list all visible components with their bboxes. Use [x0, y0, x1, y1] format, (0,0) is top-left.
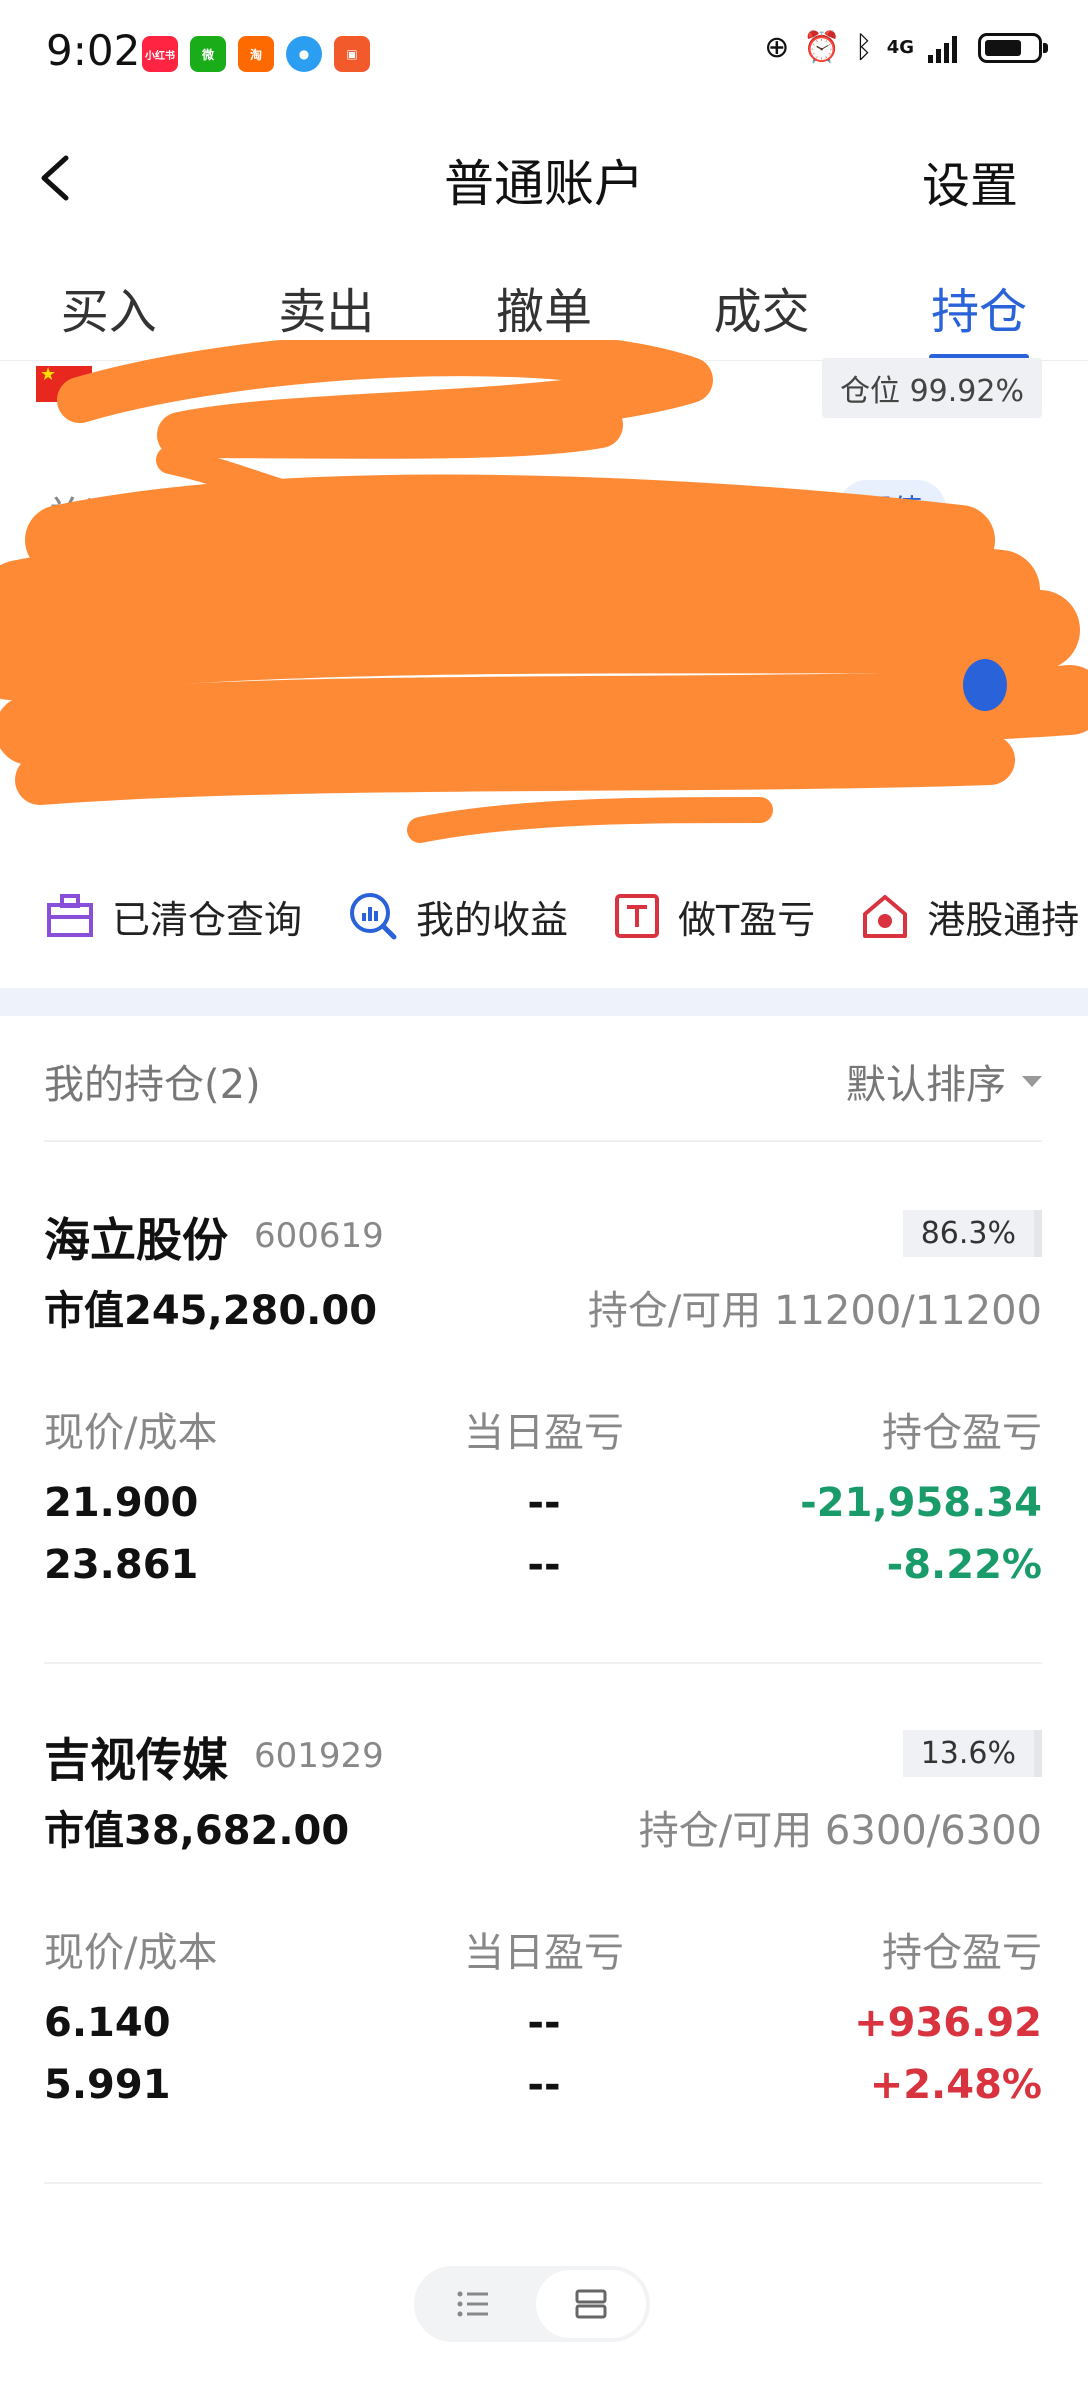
alarm-icon: ⏰ [803, 30, 841, 65]
t-box-icon [615, 894, 660, 938]
day-trade-pl-button[interactable]: 做T盈亏 [614, 889, 815, 944]
holding-quantity: 持仓/可用 11200/11200 [587, 1288, 1042, 1334]
sort-label: 默认排序 [846, 1062, 1006, 1108]
dropdown-triangle-icon [1022, 1075, 1042, 1087]
action-label: 做T盈亏 [678, 897, 816, 942]
card-view-icon [575, 2289, 607, 2319]
market-value: 市值245,280.00 [44, 1288, 378, 1334]
hk-connect-holdings-button[interactable]: 港股通持 [861, 889, 1079, 944]
position-percent-badge: 86.3% [902, 1210, 1042, 1257]
stock-code: 600619 [254, 1216, 384, 1256]
action-label: 已清仓查询 [112, 897, 303, 942]
view-mode-toggle [414, 2266, 650, 2342]
chart-search-icon [350, 893, 397, 940]
status-app-icons: 小红书 微 淘 ● ▣ [142, 36, 370, 72]
stock-name: 海立股份 [44, 1213, 228, 1267]
redaction-scribble [0, 340, 1088, 843]
battery-icon [978, 32, 1048, 63]
divider [44, 1662, 1042, 1664]
position-pl-value: -21,958.34 [800, 1480, 1042, 1526]
position-pl-label: 持仓盈亏 [882, 1410, 1042, 1456]
holding-card[interactable]: 吉视传媒 601929 13.6% 市值38,682.00 持仓/可用 6300… [0, 1724, 1088, 2244]
xiaohongshu-icon: 小红书 [142, 36, 178, 72]
position-pl-percent: -8.22% [886, 1542, 1042, 1588]
stock-name: 吉视传媒 [44, 1733, 228, 1787]
tab-label: 买入 [60, 284, 157, 340]
briefcase-icon [47, 894, 93, 937]
taobao-icon: 淘 [238, 36, 274, 72]
list-icon [457, 2291, 488, 2317]
status-indicators: ⊕ ⏰ ᛒ 4G [764, 30, 1048, 65]
quick-actions-bar: 已清仓查询 我的收益 做T盈亏 港股通持 [0, 870, 1088, 962]
browser-icon: ● [286, 36, 322, 72]
cleared-positions-button[interactable]: 已清仓查询 [46, 889, 302, 944]
divider [44, 1140, 1042, 1142]
list-view-button[interactable] [414, 2266, 532, 2342]
app-notification-icon: ▣ [334, 36, 370, 72]
wechat-icon: 微 [190, 36, 226, 72]
my-earnings-button[interactable]: 我的收益 [348, 889, 568, 944]
position-percent-badge: 13.6% [902, 1730, 1042, 1777]
tab-label: 撤单 [495, 284, 592, 340]
card-view-button[interactable] [536, 2270, 646, 2338]
stock-code: 601929 [254, 1736, 384, 1776]
position-pl-label: 持仓盈亏 [882, 1930, 1042, 1976]
action-label: 我的收益 [416, 897, 569, 942]
tab-label: 成交 [713, 284, 810, 340]
holding-quantity: 持仓/可用 6300/6300 [638, 1808, 1042, 1854]
house-flower-icon [863, 895, 908, 938]
network-label: 4G [886, 37, 914, 58]
position-pl-percent: +2.48% [869, 2062, 1042, 2108]
position-pl-value: +936.92 [854, 2000, 1042, 2046]
holdings-title: 我的持仓(2) [44, 1062, 261, 1108]
nfc-icon: ⊕ [764, 30, 790, 65]
tab-label: 持仓 [931, 284, 1028, 340]
bluetooth-icon: ᛒ [854, 30, 873, 65]
action-label: 港股通持 [927, 897, 1080, 942]
signal-icon [928, 35, 957, 63]
divider [44, 2182, 1042, 2184]
sort-dropdown[interactable]: 默认排序 [846, 1052, 1042, 1110]
holding-card[interactable]: 海立股份 600619 86.3% 市值245,280.00 持仓/可用 112… [0, 1204, 1088, 1724]
status-time: 9:02 [46, 26, 141, 75]
market-value: 市值38,682.00 [44, 1808, 350, 1854]
section-separator [0, 988, 1088, 1016]
tab-label: 卖出 [278, 284, 375, 340]
settings-button[interactable]: 设置 [922, 146, 1018, 216]
